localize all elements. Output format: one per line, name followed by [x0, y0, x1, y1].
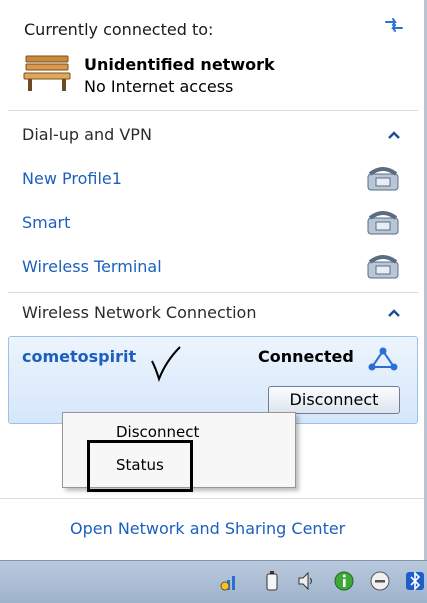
handdrawn-checkmark-annotation	[151, 346, 181, 383]
divider	[8, 110, 418, 111]
status-highlight-annotation	[87, 440, 193, 492]
dialup-phone-icon	[367, 255, 399, 279]
info-icon[interactable]	[334, 570, 354, 592]
divider	[8, 292, 418, 293]
wireless-network-name: cometospirit	[22, 347, 137, 366]
collapse-wireless-icon[interactable]	[386, 307, 402, 319]
network-name: Unidentified network	[84, 55, 275, 74]
bluetooth-icon[interactable]	[405, 570, 425, 592]
public-network-bench-icon	[23, 55, 71, 91]
divider	[0, 498, 424, 499]
network-tray-icon[interactable]	[220, 570, 240, 592]
vpn-item-wireless-terminal[interactable]: Wireless Terminal	[22, 257, 162, 276]
vpn-item-smart[interactable]: Smart	[22, 213, 70, 232]
network-status: No Internet access	[84, 77, 234, 96]
dialup-section-title: Dial-up and VPN	[22, 125, 152, 144]
wireless-section-title: Wireless Network Connection	[22, 303, 257, 322]
wireless-signal-icon	[368, 347, 398, 371]
dialup-phone-icon	[367, 167, 399, 191]
battery-icon[interactable]	[262, 570, 282, 592]
connected-to-heading: Currently connected to:	[24, 20, 214, 39]
minus-icon[interactable]	[370, 570, 390, 592]
wireless-connection-status: Connected	[258, 347, 354, 366]
taskbar	[0, 560, 427, 603]
context-menu-item-disconnect[interactable]: Disconnect	[116, 423, 199, 441]
vpn-item-new-profile1[interactable]: New Profile1	[22, 169, 122, 188]
open-network-sharing-center-link[interactable]: Open Network and Sharing Center	[70, 519, 345, 538]
disconnect-button[interactable]: Disconnect	[268, 386, 400, 414]
dialup-phone-icon	[367, 211, 399, 235]
volume-icon[interactable]	[296, 570, 316, 592]
network-refresh-icon[interactable]	[383, 14, 405, 36]
collapse-dialup-icon[interactable]	[386, 129, 402, 141]
